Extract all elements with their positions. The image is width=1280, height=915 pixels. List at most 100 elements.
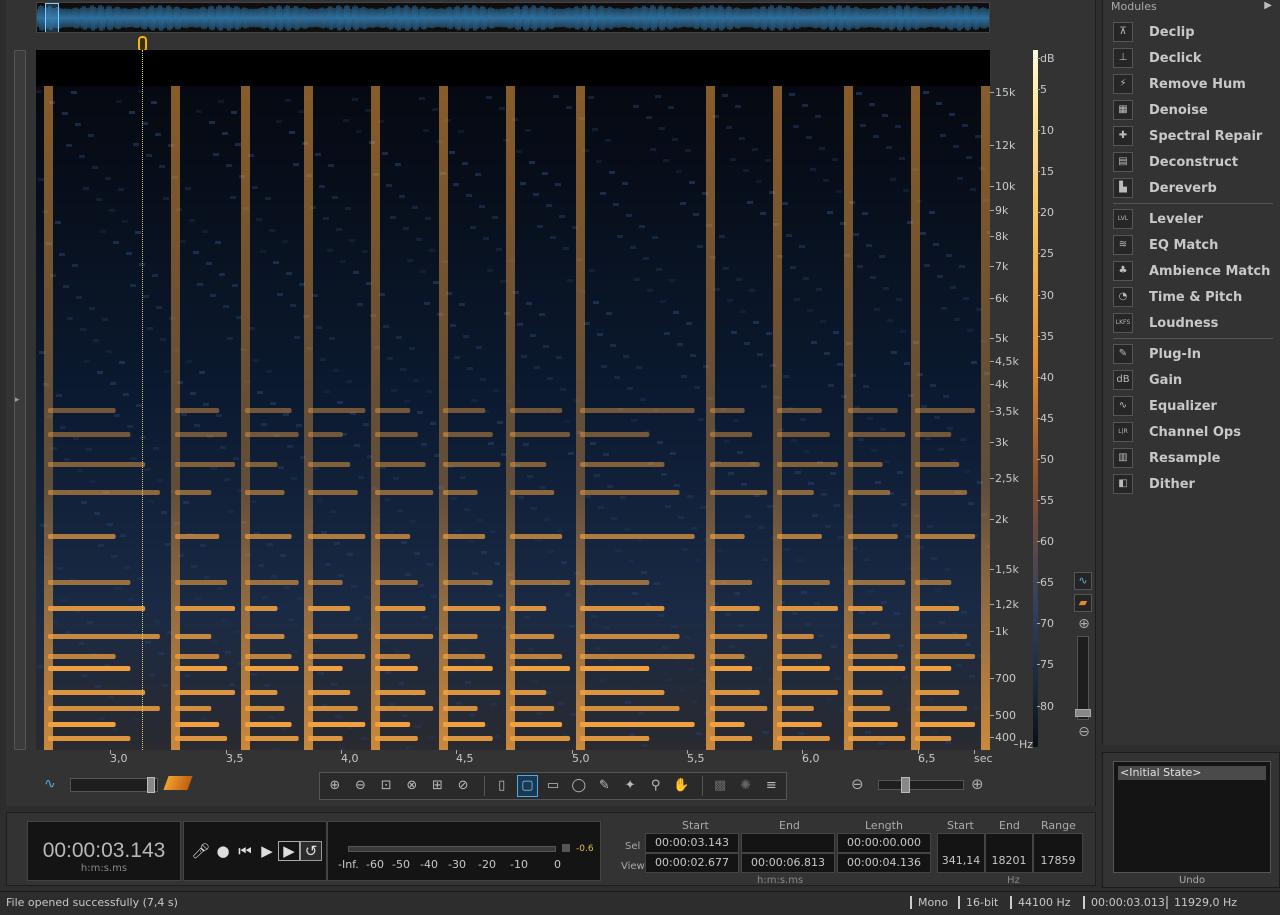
zoom-selection-icon[interactable]: ⊡	[375, 775, 397, 797]
spectrogram-opacity-icon[interactable]	[163, 776, 193, 790]
view-length-field[interactable]: 00:00:04.136	[837, 853, 931, 873]
microphone-icon[interactable]: 🎤︎	[190, 842, 212, 860]
horizontal-zoom-thumb[interactable]	[901, 777, 910, 793]
ambience-icon: ♣	[1113, 261, 1133, 281]
vertical-zoom-in-icon[interactable]: ⊕	[1074, 616, 1094, 632]
play-button[interactable]: ▶	[256, 842, 278, 860]
peak-indicator	[562, 844, 570, 852]
module-label: Equalizer	[1149, 399, 1217, 414]
lasso-tool-icon[interactable]: ◯	[568, 775, 590, 797]
horizontal-zoom-in-icon[interactable]: ⊕	[971, 775, 984, 793]
loop-button[interactable]: ↺	[300, 841, 322, 861]
sel-length-field[interactable]: 00:00:00.000	[837, 833, 931, 853]
view-end-field[interactable]: 00:00:06.813	[741, 853, 835, 873]
view-start-field[interactable]: 00:00:02.677	[645, 853, 739, 873]
frequency-selection-tool-icon[interactable]: ▭	[542, 775, 564, 797]
brush-tool-icon[interactable]: ✎	[594, 775, 616, 797]
waveform-spectrogram-blend-slider[interactable]	[70, 777, 158, 793]
spectrogram-view-icon[interactable]: ▰	[1074, 594, 1092, 612]
module-channel-ops[interactable]: L|R Channel Ops	[1113, 422, 1275, 444]
deconstruct-icon: ▤	[1113, 152, 1133, 172]
record-button[interactable]: ●	[212, 842, 234, 860]
vertical-zoom-slider[interactable]	[1075, 636, 1091, 720]
sel-start-field[interactable]: 00:00:03.143	[645, 833, 739, 853]
undo-history-item[interactable]: <Initial State>	[1118, 766, 1266, 780]
module-gain[interactable]: dB Gain	[1113, 370, 1275, 392]
waveform-opacity-icon[interactable]: ∿	[44, 776, 56, 792]
status-channels: Mono	[910, 896, 948, 909]
time-frequency-selection-tool-icon[interactable]: ▢	[516, 775, 539, 797]
overview-viewport-handle[interactable]	[45, 3, 59, 32]
horizontal-zoom-slider[interactable]	[878, 777, 964, 793]
sel-end-field[interactable]	[741, 833, 835, 853]
status-message: File opened successfully (7,4 s)	[6, 896, 178, 909]
module-dither[interactable]: ◧ Dither	[1113, 474, 1275, 496]
module-label: Declip	[1149, 25, 1195, 40]
play-selection-button[interactable]: ▶	[278, 841, 300, 861]
loudness-icon: LKFS	[1113, 313, 1133, 333]
module-declick[interactable]: ⊥ Declick	[1113, 48, 1275, 70]
db-tick-label: dB	[1037, 52, 1055, 65]
freq-range-field[interactable]: 17859	[1033, 833, 1083, 873]
go-to-start-button[interactable]: ⏮︎	[234, 842, 256, 860]
module-leveler[interactable]: LVL Leveler	[1113, 209, 1275, 231]
module-plug-in[interactable]: ✎ Plug-In	[1113, 344, 1275, 366]
current-time: 00:00:03.143	[42, 839, 166, 862]
module-equalizer[interactable]: ∿ Equalizer	[1113, 396, 1275, 418]
time-axis: 3,0 3,5 4,0 4,5 5,0 5,5 6,0 6,5 sec	[36, 750, 996, 768]
zoom-out-tool-icon[interactable]: ⊖	[350, 775, 372, 797]
vertical-zoom-out-icon[interactable]: ⊖	[1074, 724, 1094, 740]
module-resample[interactable]: ▥ Resample	[1113, 448, 1275, 470]
hand-tool-icon[interactable]: ✋	[671, 775, 693, 797]
find-similar-icon[interactable]: ▩	[709, 775, 731, 797]
freq-end-field[interactable]: 18201	[985, 833, 1033, 873]
module-label: Time & Pitch	[1149, 290, 1243, 305]
spectrogram-view[interactable]	[36, 50, 990, 750]
modules-expand-icon[interactable]: ▶	[1264, 0, 1272, 11]
time-tick-label: 6,5	[918, 750, 936, 765]
gain-icon: dB	[1113, 370, 1133, 390]
vertical-zoom-thumb[interactable]	[1075, 709, 1091, 717]
waveform-view-icon[interactable]: ∿	[1074, 572, 1092, 590]
magnifier-tool-icon[interactable]: ⚲	[645, 775, 667, 797]
time-display[interactable]: 00:00:03.143 h:m:s.ms	[27, 821, 181, 881]
selection-format-label: h:m:s.ms	[757, 875, 804, 886]
undo-history-list[interactable]: <Initial State>	[1113, 761, 1271, 873]
module-spectral-repair[interactable]: ✚ Spectral Repair	[1113, 126, 1275, 148]
time-pitch-icon: ◔	[1113, 287, 1133, 307]
horizontal-zoom-out-icon[interactable]: ⊖	[851, 775, 864, 793]
levels-icon[interactable]: ≡	[760, 775, 782, 797]
db-tick-label: 10	[1037, 124, 1054, 138]
db-tick-label: 15	[1037, 165, 1054, 179]
module-dereverb[interactable]: ▙ Dereverb	[1113, 178, 1275, 200]
zoom-freq-icon[interactable]: ⊘	[452, 775, 474, 797]
module-remove-hum[interactable]: ⚡ Remove Hum	[1113, 74, 1275, 96]
time-selection-tool-icon[interactable]: ▯	[491, 775, 513, 797]
time-tick-label: 5,5	[687, 750, 705, 765]
playback-cursor-line	[142, 50, 143, 750]
meter-tick-label: -30	[448, 858, 466, 871]
harmonics-icon[interactable]: ✺	[735, 775, 757, 797]
equalizer-icon: ∿	[1113, 396, 1133, 416]
waveform-overview[interactable]	[36, 2, 990, 33]
transport-panel: 00:00:03.143 h:m:s.ms 🎤︎ ● ⏮︎ ▶ ▶ ↺ -0.6…	[6, 812, 1096, 886]
freq-start-header: Start	[947, 819, 974, 832]
blend-slider-thumb[interactable]	[147, 777, 155, 793]
module-eq-match[interactable]: ≋ EQ Match	[1113, 235, 1275, 257]
module-ambience-match[interactable]: ♣ Ambience Match	[1113, 261, 1275, 283]
module-deconstruct[interactable]: ▤ Deconstruct	[1113, 152, 1275, 174]
module-declip[interactable]: ⊼ Declip	[1113, 22, 1275, 44]
meter-tick-label: -60	[366, 858, 384, 871]
module-denoise[interactable]: ▦ Denoise	[1113, 100, 1275, 122]
zoom-in-tool-icon[interactable]: ⊕	[324, 775, 346, 797]
zoom-fit-icon[interactable]: ⊗	[401, 775, 423, 797]
zoom-time-icon[interactable]: ⊞	[427, 775, 449, 797]
expand-arrow-icon[interactable]: ▸	[15, 395, 25, 405]
magic-wand-tool-icon[interactable]: ✦	[619, 775, 641, 797]
eq-match-icon: ≋	[1113, 235, 1133, 255]
time-tick-label: 6,0	[802, 750, 820, 765]
freq-start-field[interactable]: 341,14	[937, 833, 985, 873]
module-loudness[interactable]: LKFS Loudness	[1113, 313, 1275, 335]
db-color-scale	[1033, 50, 1038, 747]
module-time-pitch[interactable]: ◔ Time & Pitch	[1113, 287, 1275, 309]
